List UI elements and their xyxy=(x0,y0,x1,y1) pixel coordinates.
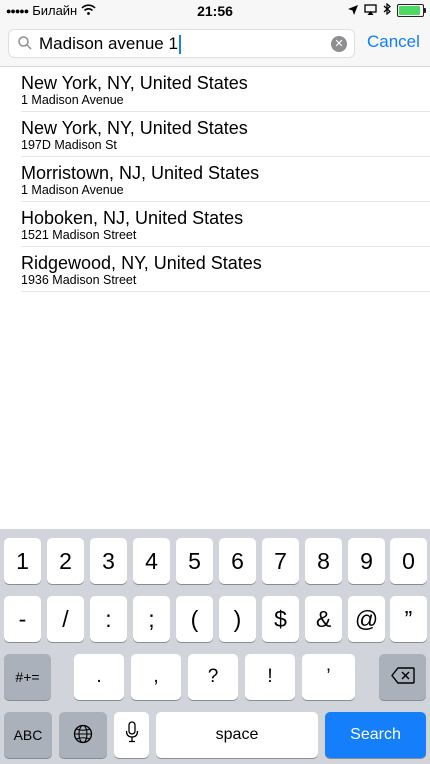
key-at[interactable]: @ xyxy=(348,596,385,642)
key-7[interactable]: 7 xyxy=(262,538,299,584)
close-icon: ✕ xyxy=(334,38,344,50)
key-0[interactable]: 0 xyxy=(390,538,427,584)
result-subtitle: 197D Madison St xyxy=(21,138,117,152)
key-5[interactable]: 5 xyxy=(176,538,213,584)
key-ampersand[interactable]: & xyxy=(305,596,342,642)
search-bar[interactable]: Madison avenue 1 ✕ xyxy=(8,29,355,58)
key-1[interactable]: 1 xyxy=(4,538,41,584)
key-2[interactable]: 2 xyxy=(47,538,84,584)
battery-icon xyxy=(397,4,426,17)
space-key[interactable]: space xyxy=(156,712,318,758)
clear-text-button[interactable]: ✕ xyxy=(331,36,347,52)
key-9[interactable]: 9 xyxy=(348,538,385,584)
key-close-paren[interactable]: ) xyxy=(219,596,256,642)
key-apostrophe[interactable]: ’ xyxy=(302,654,355,700)
delete-key[interactable] xyxy=(379,654,426,700)
location-icon xyxy=(348,3,358,18)
dictation-key[interactable] xyxy=(114,712,149,758)
key-semicolon[interactable]: ; xyxy=(133,596,170,642)
result-subtitle: 1 Madison Avenue xyxy=(21,183,124,197)
key-slash[interactable]: / xyxy=(47,596,84,642)
result-title: New York, NY, United States xyxy=(21,73,248,93)
result-subtitle: 1936 Madison Street xyxy=(21,273,137,287)
result-title: New York, NY, United States xyxy=(21,118,248,138)
key-3[interactable]: 3 xyxy=(90,538,127,584)
bluetooth-icon xyxy=(383,2,391,18)
result-subtitle: 1521 Madison Street xyxy=(21,228,137,242)
globe-icon xyxy=(73,724,93,747)
key-exclamation[interactable]: ! xyxy=(245,654,295,700)
airplay-icon xyxy=(364,3,377,18)
result-title: Morristown, NJ, United States xyxy=(21,163,260,183)
search-input[interactable]: Madison avenue 1 xyxy=(39,34,329,54)
key-question[interactable]: ? xyxy=(188,654,238,700)
result-subtitle: 1 Madison Avenue xyxy=(21,93,124,107)
search-icon xyxy=(18,36,32,55)
list-item[interactable]: Morristown, NJ, United States 1 Madison … xyxy=(21,157,430,202)
list-item[interactable]: New York, NY, United States 1 Madison Av… xyxy=(21,67,430,112)
text-cursor xyxy=(178,34,181,54)
backspace-icon xyxy=(390,667,415,687)
key-4[interactable]: 4 xyxy=(133,538,170,584)
status-bar: ●●●●● Билайн 21:56 xyxy=(0,0,430,22)
key-period[interactable]: . xyxy=(74,654,124,700)
key-8[interactable]: 8 xyxy=(305,538,342,584)
result-title: Ridgewood, NY, United States xyxy=(21,253,262,273)
more-symbols-key[interactable]: #+= xyxy=(4,654,51,700)
abc-key[interactable]: ABC xyxy=(4,712,52,758)
globe-key[interactable] xyxy=(59,712,107,758)
list-item[interactable]: Ridgewood, NY, United States 1936 Madiso… xyxy=(21,247,430,292)
status-right xyxy=(348,2,426,18)
keyboard: 1 2 3 4 5 6 7 8 9 0 - / : ; ( ) $ & @ ” … xyxy=(0,529,430,764)
list-item[interactable]: Hoboken, NJ, United States 1521 Madison … xyxy=(21,202,430,247)
key-open-paren[interactable]: ( xyxy=(176,596,213,642)
microphone-icon xyxy=(125,721,139,749)
cancel-button[interactable]: Cancel xyxy=(367,32,420,52)
search-header: Madison avenue 1 ✕ Cancel xyxy=(0,22,430,67)
search-query: Madison avenue 1 xyxy=(39,34,178,53)
result-title: Hoboken, NJ, United States xyxy=(21,208,244,228)
key-quote[interactable]: ” xyxy=(390,596,427,642)
list-item[interactable]: New York, NY, United States 197D Madison… xyxy=(21,112,430,157)
key-dollar[interactable]: $ xyxy=(262,596,299,642)
key-comma[interactable]: , xyxy=(131,654,181,700)
key-hyphen[interactable]: - xyxy=(4,596,41,642)
key-6[interactable]: 6 xyxy=(219,538,256,584)
search-key[interactable]: Search xyxy=(325,712,426,758)
key-colon[interactable]: : xyxy=(90,596,127,642)
results-list: New York, NY, United States 1 Madison Av… xyxy=(0,67,430,292)
